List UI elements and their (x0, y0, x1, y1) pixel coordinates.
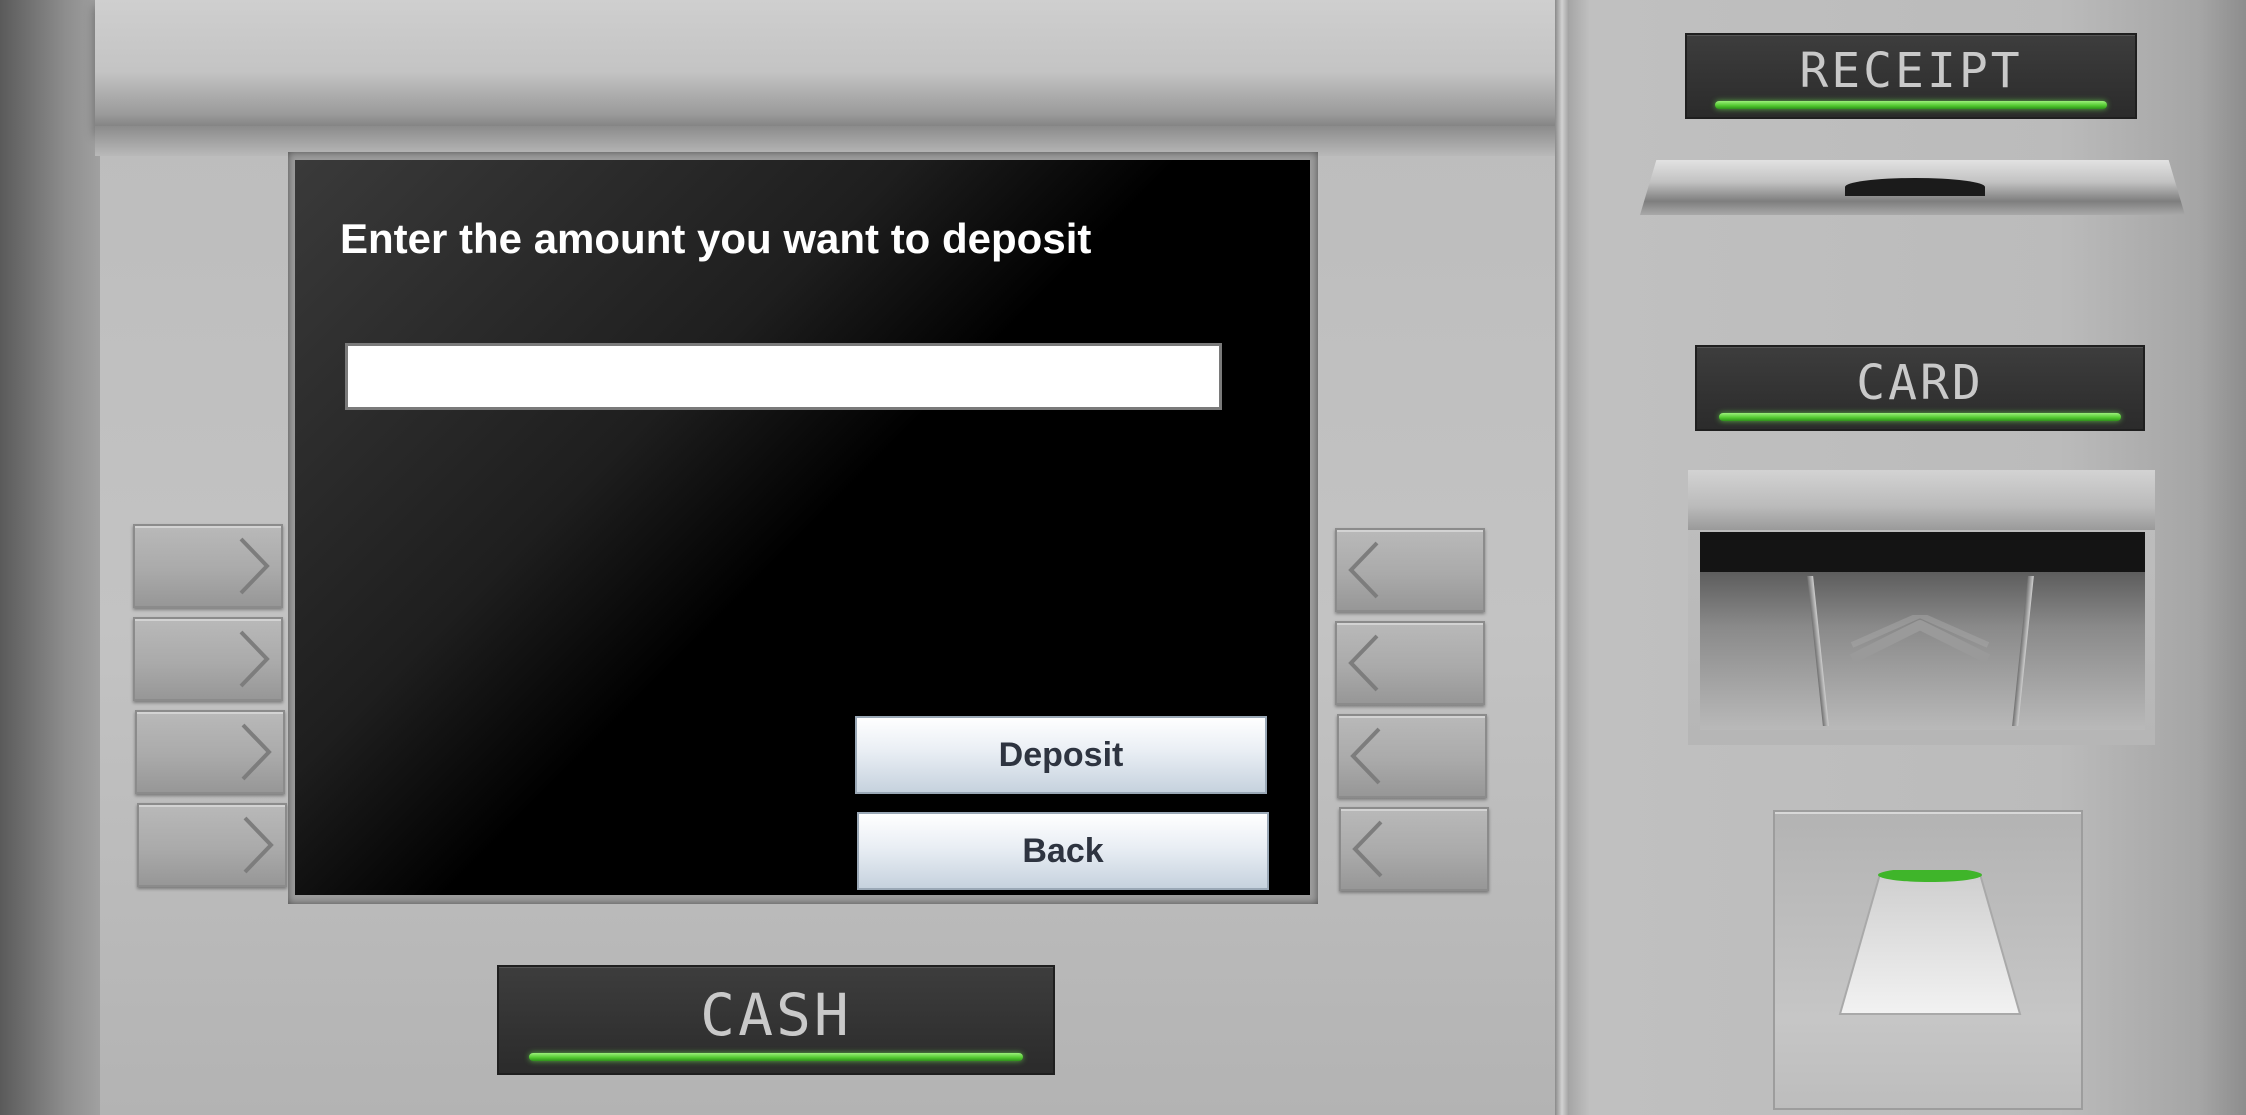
chevron-left-icon (1352, 820, 1383, 878)
right-function-key-3[interactable] (1337, 714, 1487, 798)
chevron-left-icon (1350, 727, 1381, 785)
cash-indicator-light (529, 1053, 1023, 1061)
cash-label: CASH (700, 981, 852, 1049)
chevron-up-icon (1849, 615, 1991, 664)
receipt-label-plate: RECEIPT (1685, 33, 2137, 119)
cash-label-plate: CASH (497, 965, 1055, 1075)
card-indicator-light (1719, 413, 2121, 421)
deposit-button[interactable]: Deposit (855, 716, 1267, 794)
right-function-key-2[interactable] (1335, 621, 1485, 705)
atm-screen: Enter the amount you want to deposit Dep… (295, 160, 1310, 895)
chevron-right-icon (243, 816, 274, 874)
card-slot[interactable] (1700, 532, 2145, 572)
left-function-key-4[interactable] (137, 803, 287, 887)
atm-machine: Enter the amount you want to deposit Dep… (0, 0, 2246, 1115)
left-function-key-3[interactable] (135, 710, 285, 794)
receipt-slot-opening (1845, 178, 1985, 196)
chevron-left-icon (1348, 634, 1379, 692)
card-label: CARD (1856, 355, 1984, 411)
atm-left-edge (0, 0, 110, 1115)
card-label-plate: CARD (1695, 345, 2145, 431)
card-reader-icon (1838, 870, 2022, 1015)
chevron-right-icon (239, 537, 270, 595)
deposit-prompt: Enter the amount you want to deposit (340, 215, 1092, 262)
left-function-key-1[interactable] (133, 524, 283, 608)
right-function-key-4[interactable] (1339, 807, 1489, 891)
panel-divider (1555, 0, 1569, 1115)
chevron-right-icon (241, 723, 272, 781)
atm-top-hood (95, 0, 1560, 130)
receipt-indicator-light (1715, 101, 2107, 109)
receipt-label: RECEIPT (1799, 43, 2023, 99)
left-function-key-2[interactable] (133, 617, 283, 701)
right-function-key-1[interactable] (1335, 528, 1485, 612)
chevron-right-icon (239, 630, 270, 688)
chevron-left-icon (1348, 541, 1379, 599)
card-slot-hood (1688, 470, 2155, 530)
deposit-amount-input[interactable] (345, 343, 1222, 410)
back-button[interactable]: Back (857, 812, 1269, 890)
